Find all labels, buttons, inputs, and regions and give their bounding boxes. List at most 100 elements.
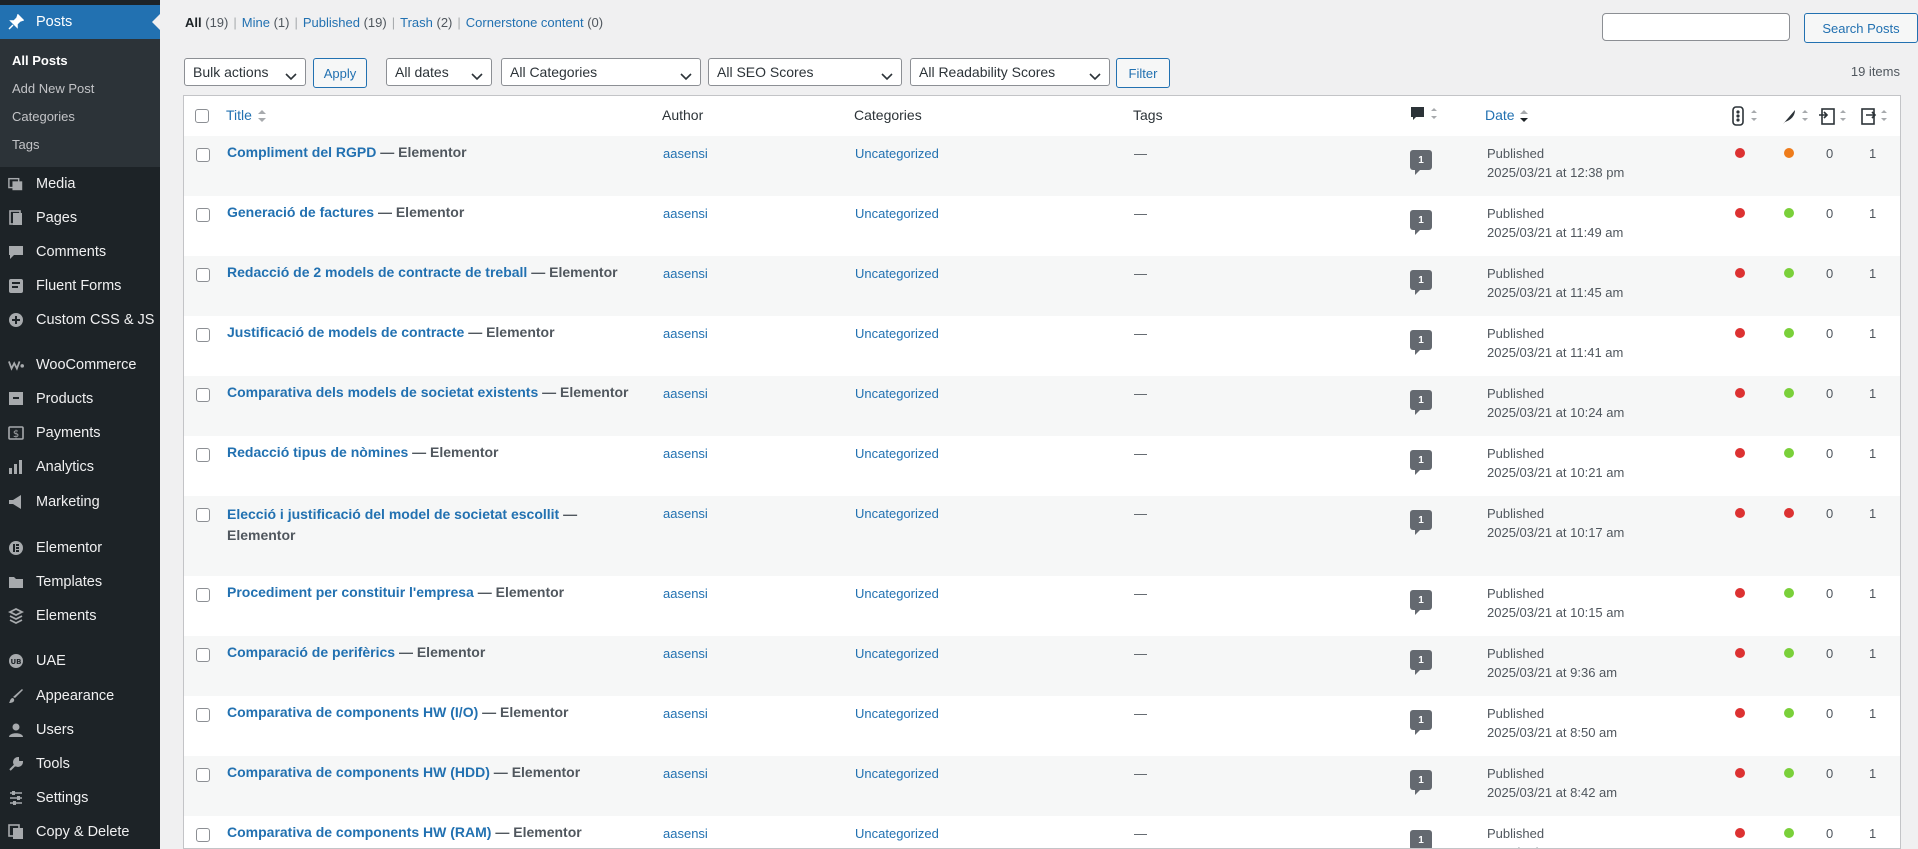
bulk-actions-select[interactable]: Bulk actions	[184, 58, 306, 86]
comment-count-bubble[interactable]: 1	[1410, 330, 1432, 355]
post-title-link[interactable]: Redacció tipus de nòmines	[227, 444, 408, 460]
row-checkbox[interactable]	[196, 148, 210, 162]
post-author-link[interactable]: aasensi	[663, 706, 708, 721]
post-title-link[interactable]: Comparativa dels models de societat exis…	[227, 384, 538, 400]
readability-scores-select[interactable]: All Readability Scores	[910, 58, 1110, 86]
post-category-link[interactable]: Uncategorized	[855, 146, 939, 161]
comment-count-bubble[interactable]: 1	[1410, 390, 1432, 415]
row-checkbox[interactable]	[196, 508, 210, 522]
comment-count-bubble[interactable]: 1	[1410, 710, 1432, 735]
row-checkbox[interactable]	[196, 708, 210, 722]
comment-count-bubble[interactable]: 1	[1410, 770, 1432, 795]
post-category-link[interactable]: Uncategorized	[855, 326, 939, 341]
menu-copy-delete[interactable]: Copy & Delete	[0, 815, 160, 849]
apply-button[interactable]: Apply	[313, 58, 367, 88]
submenu-all-posts[interactable]: All Posts	[12, 53, 68, 68]
post-category-link[interactable]: Uncategorized	[855, 646, 939, 661]
search-posts-button[interactable]: Search Posts	[1804, 13, 1918, 43]
post-category-link[interactable]: Uncategorized	[855, 446, 939, 461]
post-category-link[interactable]: Uncategorized	[855, 206, 939, 221]
post-title-link[interactable]: Generació de factures	[227, 204, 374, 220]
row-checkbox[interactable]	[196, 268, 210, 282]
categories-select[interactable]: All Categories	[501, 58, 701, 86]
row-checkbox[interactable]	[196, 328, 210, 342]
comment-count-bubble[interactable]: 1	[1410, 150, 1432, 175]
post-author-link[interactable]: aasensi	[663, 206, 708, 221]
post-title-link[interactable]: Procediment per constituir l'empresa	[227, 584, 474, 600]
comment-count-bubble[interactable]: 1	[1410, 830, 1432, 848]
menu-posts[interactable]: Posts	[0, 5, 160, 39]
post-author-link[interactable]: aasensi	[663, 386, 708, 401]
column-date[interactable]: Date	[1485, 107, 1529, 123]
menu-media[interactable]: Media	[0, 167, 160, 201]
menu-appearance[interactable]: Appearance	[0, 679, 160, 713]
post-title-link[interactable]: Redacció de 2 models de contracte de tre…	[227, 264, 527, 280]
post-title-link[interactable]: Justificació de models de contracte	[227, 324, 468, 340]
post-title-link[interactable]: Comparativa de components HW (RAM)	[227, 824, 491, 840]
post-author-link[interactable]: aasensi	[663, 826, 708, 841]
menu-elementor[interactable]: Elementor	[0, 531, 160, 565]
row-checkbox[interactable]	[196, 828, 210, 842]
post-category-link[interactable]: Uncategorized	[855, 826, 939, 841]
post-author-link[interactable]: aasensi	[663, 646, 708, 661]
post-author-link[interactable]: aasensi	[663, 266, 708, 281]
post-author-link[interactable]: aasensi	[663, 586, 708, 601]
menu-fluent-forms[interactable]: Fluent Forms	[0, 269, 160, 303]
post-author-link[interactable]: aasensi	[663, 506, 708, 521]
row-checkbox[interactable]	[196, 448, 210, 462]
menu-settings[interactable]: Settings	[0, 781, 160, 815]
post-author-link[interactable]: aasensi	[663, 766, 708, 781]
menu-products[interactable]: Products	[0, 382, 160, 416]
column-title[interactable]: Title	[226, 107, 266, 123]
post-category-link[interactable]: Uncategorized	[855, 386, 939, 401]
post-title-link[interactable]: Comparativa de components HW (I/O)	[227, 704, 478, 720]
comment-count-bubble[interactable]: 1	[1410, 270, 1432, 295]
comment-count-bubble[interactable]: 1	[1410, 650, 1432, 675]
post-author-link[interactable]: aasensi	[663, 446, 708, 461]
post-title-link[interactable]: Compliment del RGPD	[227, 144, 376, 160]
menu-analytics[interactable]: Analytics	[0, 450, 160, 484]
filter-button[interactable]: Filter	[1116, 58, 1170, 88]
column-incoming-links[interactable]	[1860, 106, 1892, 129]
seo-scores-select[interactable]: All SEO Scores	[708, 58, 902, 86]
menu-users[interactable]: Users	[0, 713, 160, 747]
column-outgoing-links[interactable]	[1818, 106, 1850, 129]
menu-tools[interactable]: Tools	[0, 747, 160, 781]
comment-count-bubble[interactable]: 1	[1410, 510, 1432, 535]
menu-uae[interactable]: UB UAE	[0, 644, 160, 678]
post-category-link[interactable]: Uncategorized	[855, 506, 939, 521]
post-title-link[interactable]: Elecció i justificació del model de soci…	[227, 506, 559, 522]
column-readability[interactable]	[1781, 106, 1811, 129]
view-all[interactable]: All	[185, 15, 202, 30]
menu-templates[interactable]: Templates	[0, 565, 160, 599]
view-mine[interactable]: Mine	[242, 15, 270, 30]
post-category-link[interactable]: Uncategorized	[855, 706, 939, 721]
column-comments[interactable]	[1410, 106, 1438, 127]
submenu-tags[interactable]: Tags	[12, 137, 39, 152]
submenu-add-new-post[interactable]: Add New Post	[12, 81, 94, 96]
post-category-link[interactable]: Uncategorized	[855, 586, 939, 601]
comment-count-bubble[interactable]: 1	[1410, 210, 1432, 235]
row-checkbox[interactable]	[196, 768, 210, 782]
menu-payments[interactable]: $ Payments	[0, 416, 160, 450]
row-checkbox[interactable]	[196, 208, 210, 222]
menu-pages[interactable]: Pages	[0, 201, 160, 235]
post-title-link[interactable]: Comparativa de components HW (HDD)	[227, 764, 490, 780]
menu-custom-css-js[interactable]: Custom CSS & JS	[0, 303, 160, 337]
column-seo-score[interactable]	[1732, 106, 1760, 129]
post-author-link[interactable]: aasensi	[663, 146, 708, 161]
post-author-link[interactable]: aasensi	[663, 326, 708, 341]
row-checkbox[interactable]	[196, 388, 210, 402]
menu-woocommerce[interactable]: WooCommerce	[0, 348, 160, 382]
comment-count-bubble[interactable]: 1	[1410, 450, 1432, 475]
view-cornerstone[interactable]: Cornerstone content	[466, 15, 584, 30]
menu-marketing[interactable]: Marketing	[0, 485, 160, 519]
select-all-checkbox[interactable]	[195, 109, 209, 123]
dates-select[interactable]: All dates	[386, 58, 492, 86]
search-input[interactable]	[1602, 13, 1790, 41]
row-checkbox[interactable]	[196, 648, 210, 662]
menu-elements[interactable]: Elements	[0, 599, 160, 633]
row-checkbox[interactable]	[196, 588, 210, 602]
view-trash[interactable]: Trash	[400, 15, 433, 30]
post-category-link[interactable]: Uncategorized	[855, 766, 939, 781]
